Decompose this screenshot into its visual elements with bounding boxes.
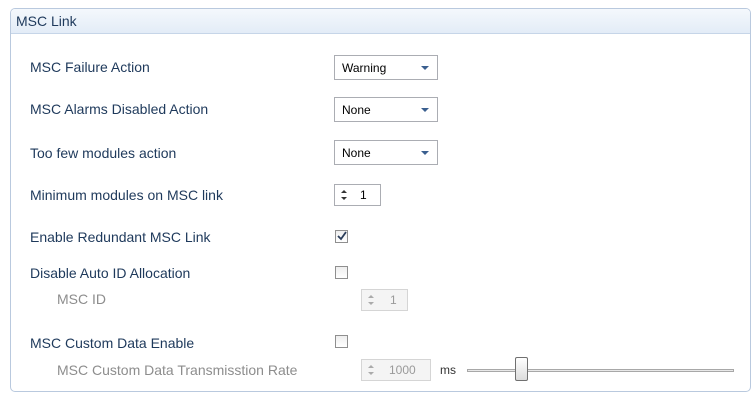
custom-data-rate-unit: ms: [440, 363, 456, 377]
custom-data-rate-spinner[interactable]: 1000: [361, 359, 431, 381]
alarms-disabled-action-label: MSC Alarms Disabled Action: [30, 101, 209, 117]
too-few-modules-action-value: None: [342, 146, 371, 160]
failure-action-label: MSC Failure Action: [30, 59, 150, 75]
spinner-arrows-icon: [368, 365, 374, 375]
chevron-down-icon: [421, 108, 429, 112]
custom-data-rate-label: MSC Custom Data Transmisstion Rate: [57, 362, 298, 378]
too-few-modules-action-label: Too few modules action: [30, 145, 177, 161]
too-few-modules-action-select[interactable]: None: [334, 140, 438, 165]
custom-data-rate-slider-thumb[interactable]: [515, 357, 528, 381]
disable-auto-id-checkbox[interactable]: [335, 266, 348, 279]
msc-id-label: MSC ID: [57, 291, 106, 307]
checkmark-icon: [337, 231, 347, 241]
minimum-modules-spinner[interactable]: 1: [334, 184, 381, 206]
chevron-down-icon: [421, 151, 429, 155]
minimum-modules-value: 1: [360, 188, 367, 202]
enable-redundant-label: Enable Redundant MSC Link: [30, 229, 211, 245]
failure-action-select[interactable]: Warning: [334, 55, 438, 80]
alarms-disabled-action-select[interactable]: None: [334, 97, 438, 122]
enable-redundant-checkbox[interactable]: [335, 230, 348, 243]
panel-title: MSC Link: [16, 13, 77, 29]
chevron-down-icon: [421, 66, 429, 70]
custom-data-enable-checkbox[interactable]: [335, 335, 348, 348]
msc-id-spinner[interactable]: 1: [361, 289, 408, 311]
disable-auto-id-label: Disable Auto ID Allocation: [30, 265, 191, 281]
panel-header: MSC Link: [11, 9, 750, 34]
alarms-disabled-action-value: None: [342, 103, 371, 117]
spinner-arrows-icon[interactable]: [340, 188, 348, 202]
failure-action-value: Warning: [342, 61, 387, 75]
custom-data-rate-value: 1000: [389, 363, 416, 377]
minimum-modules-label: Minimum modules on MSC link: [30, 187, 223, 203]
custom-data-rate-slider-track[interactable]: [467, 369, 734, 372]
spinner-arrows-icon: [368, 295, 374, 305]
custom-data-enable-label: MSC Custom Data Enable: [30, 335, 195, 351]
msc-id-value: 1: [390, 293, 397, 307]
